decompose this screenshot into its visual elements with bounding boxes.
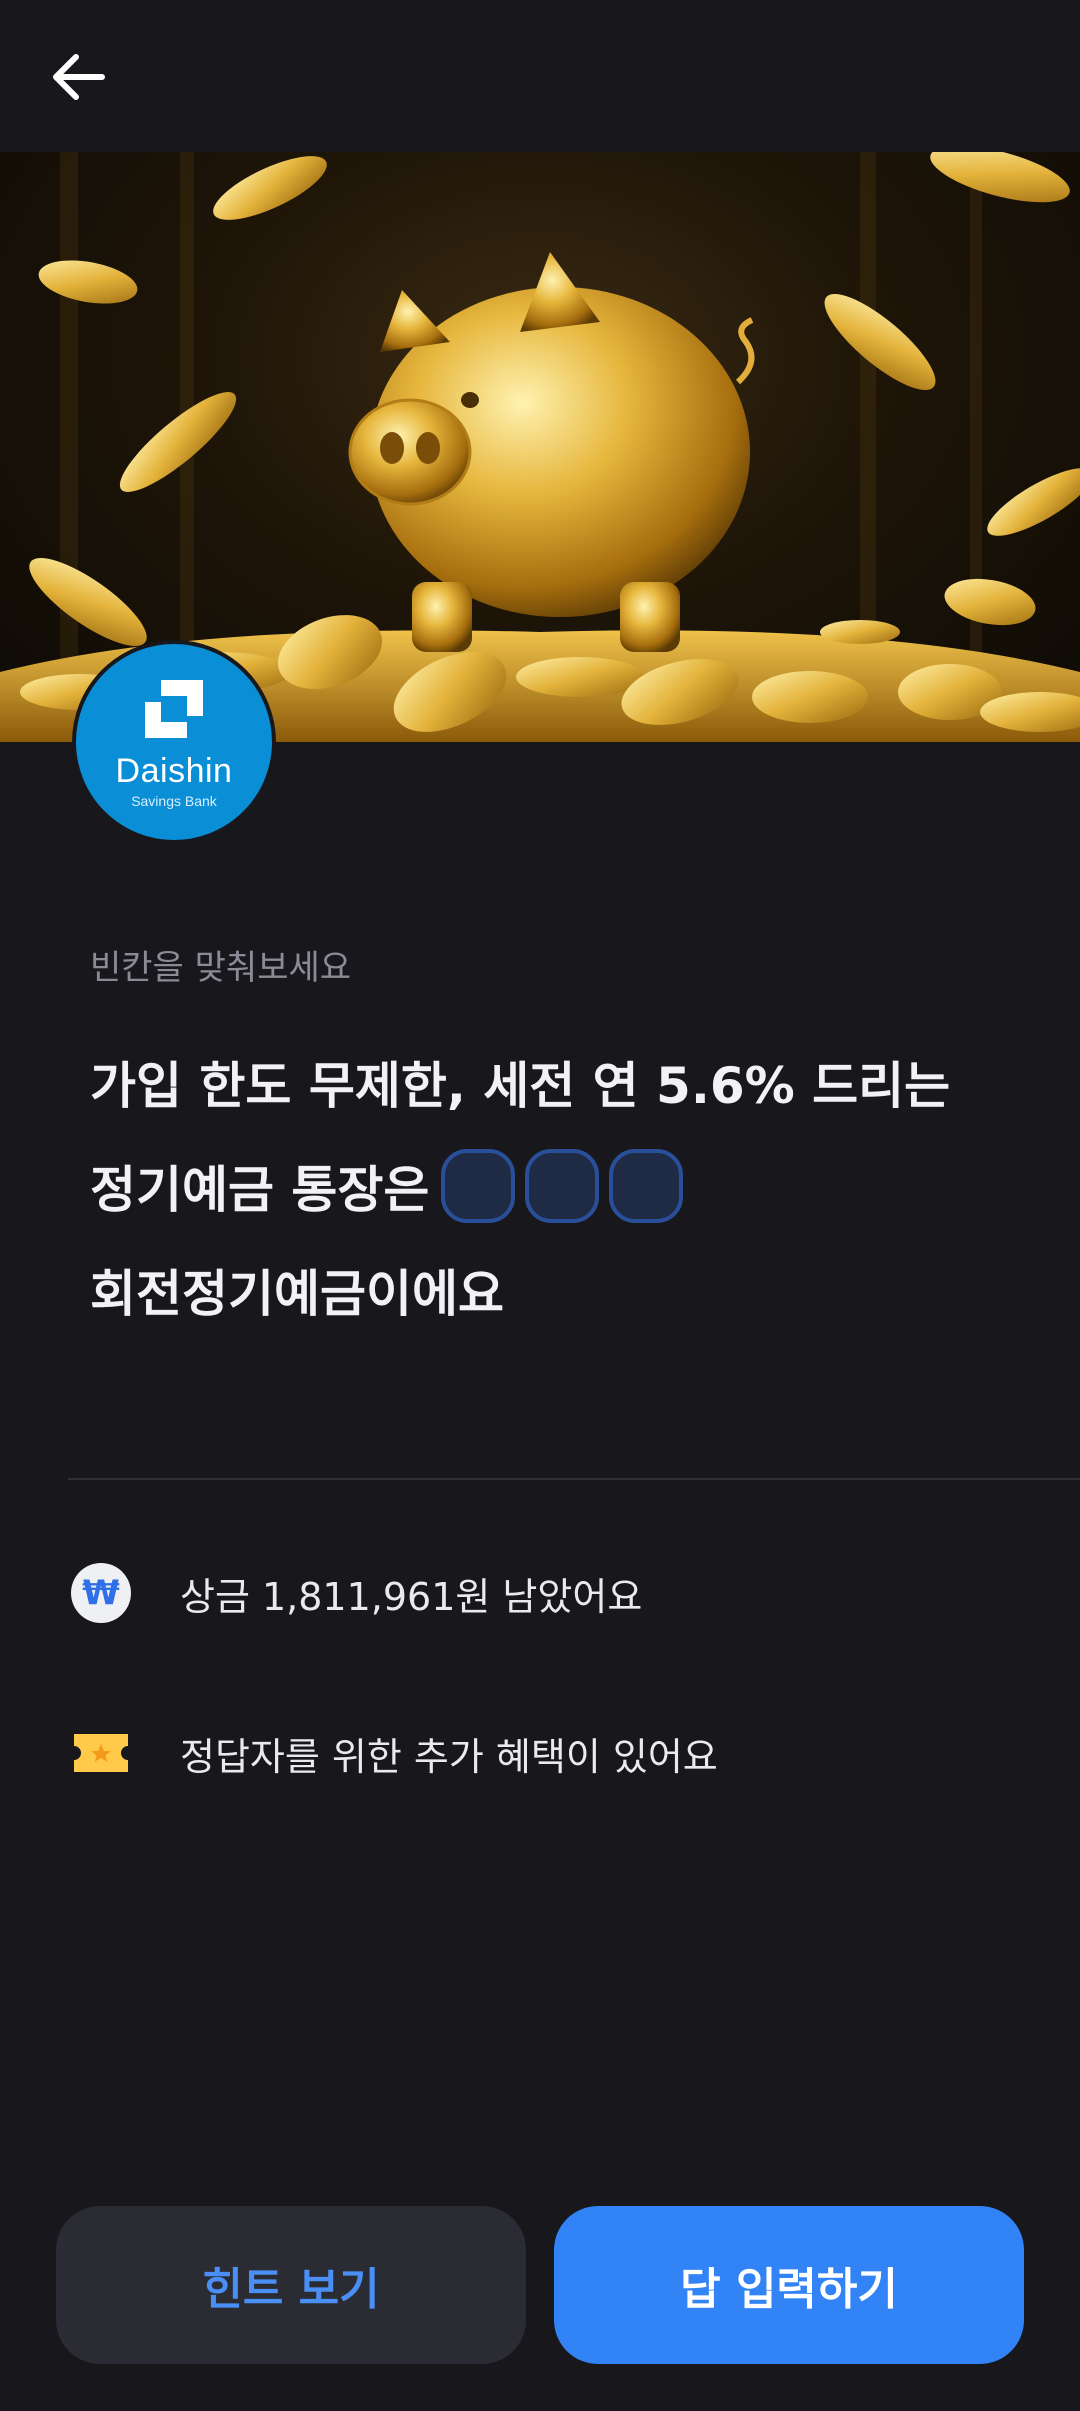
answer-blank-2[interactable] — [525, 1149, 600, 1223]
section-divider — [68, 1478, 1080, 1480]
question-line-2-text: 정기예금 통장은 — [90, 1161, 430, 1219]
quiz-screen: Daishin Savings Bank 빈칸을 맞춰보세요 가입 한도 무제한… — [0, 0, 1080, 2411]
back-button[interactable] — [34, 34, 124, 124]
top-bar — [0, 0, 1080, 152]
brand-subtitle: Savings Bank — [131, 792, 217, 809]
answer-blank-3[interactable] — [609, 1149, 684, 1223]
hint-button[interactable]: 힌트 보기 — [56, 2206, 526, 2364]
answer-input-button[interactable]: 답 입력하기 — [554, 2206, 1024, 2364]
ticket-icon — [70, 1722, 132, 1784]
quiz-question: 가입 한도 무제한, 세전 연 5.6% 드리는 정기예금 통장은 회전정기예금… — [90, 1030, 1050, 1342]
brand-name: Daishin — [115, 751, 233, 790]
arrow-left-icon — [48, 46, 110, 112]
brand-logo: Daishin Savings Bank — [72, 640, 276, 844]
question-line-1: 가입 한도 무제한, 세전 연 5.6% 드리는 — [90, 1057, 951, 1115]
benefit-info-row: 정답자를 위한 추가 혜택이 있어요 — [70, 1722, 718, 1784]
question-line-2: 정기예금 통장은 — [90, 1134, 1050, 1238]
daishin-logo-icon — [141, 676, 207, 746]
benefit-text: 정답자를 위한 추가 혜택이 있어요 — [180, 1734, 718, 1779]
quiz-instruction: 빈칸을 맞춰보세요 — [90, 948, 352, 988]
question-line-3: 회전정기예금이에요 — [90, 1265, 504, 1323]
prize-info-row: ₩ 상금 1,811,961원 남았어요 — [70, 1562, 642, 1624]
prize-text: 상금 1,811,961원 남았어요 — [180, 1574, 643, 1619]
won-coin-icon: ₩ — [70, 1562, 132, 1624]
answer-blank-1[interactable] — [441, 1149, 516, 1223]
